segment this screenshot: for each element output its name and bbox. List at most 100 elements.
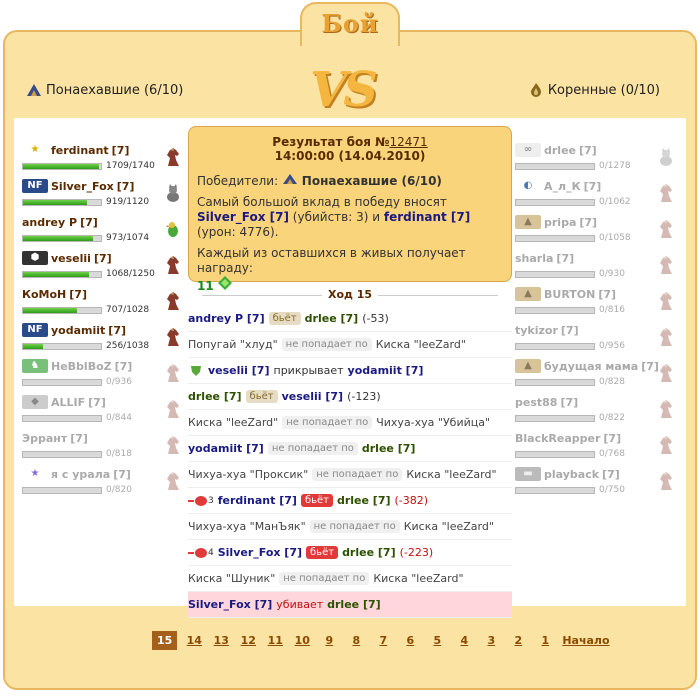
page-link[interactable]: 7 xyxy=(373,634,393,647)
fighter-name-row: ▲ будущая мама [7] xyxy=(515,358,675,374)
fighter-name[interactable]: sharla xyxy=(515,252,553,265)
page-link[interactable]: 12 xyxy=(238,634,258,647)
attacker-name[interactable]: Silver_Fox [7] xyxy=(188,598,272,611)
fighter-row[interactable]: NF Silver_Fox [7] 919/1120 xyxy=(22,178,182,214)
fighter-name-row: ★ я с урала [7] xyxy=(22,466,182,482)
contrib-player-1[interactable]: Silver_Fox [7] xyxy=(197,210,289,224)
page-link[interactable]: 5 xyxy=(427,634,447,647)
target-name[interactable]: yodamiit [7] xyxy=(348,364,424,377)
fighter-name[interactable]: veselii xyxy=(51,252,91,265)
fighter-level: [7] xyxy=(602,467,620,481)
page-link[interactable]: 11 xyxy=(265,634,285,647)
battle-number-link[interactable]: 12471 xyxy=(390,135,428,149)
fighter-name[interactable]: tykizor xyxy=(515,324,558,337)
fighter-name[interactable]: А_л_К xyxy=(544,180,581,193)
fighter-row[interactable]: ◐ А_л_К [7] 0/1062 xyxy=(515,178,675,214)
hp-bar xyxy=(22,414,102,422)
hp-row: 0/1278 xyxy=(515,160,675,172)
fighter-row[interactable]: ⬢ veselii [7] 1068/1250 xyxy=(22,250,182,286)
swirl-clan-icon: ∞ xyxy=(515,143,541,157)
nf-clan-icon: NF xyxy=(22,179,48,193)
fighter-row[interactable]: sharla [7] 0/930 xyxy=(515,250,675,286)
page-link[interactable]: 9 xyxy=(319,634,339,647)
target-name[interactable]: drlee [7] xyxy=(337,494,391,507)
attacker-name[interactable]: veselii [7] xyxy=(208,364,270,377)
fighter-name-row: ◆ ALLIF [7] xyxy=(22,394,182,410)
target-name[interactable]: veselii [7] xyxy=(282,390,344,403)
target-name[interactable]: drlee [7] xyxy=(305,312,359,325)
fighter-row[interactable]: КоМоН [7] 707/1028 xyxy=(22,286,182,322)
hp-row: 0/820 xyxy=(22,484,182,496)
target-name[interactable]: drlee [7] xyxy=(362,442,416,455)
attacker-name[interactable]: andrey P [7] xyxy=(188,312,265,325)
fighter-name[interactable]: andrey P xyxy=(22,216,77,229)
pet-name: Чихуа-хуа "Проксик" xyxy=(188,468,309,481)
fighter-row[interactable]: andrey P [7] 973/1074 xyxy=(22,214,182,250)
page-link[interactable]: Начало xyxy=(562,634,609,647)
horse-icon xyxy=(657,218,675,240)
d-clan-icon: ◐ xyxy=(515,179,541,193)
page-link[interactable]: 10 xyxy=(292,634,312,647)
attacker-name[interactable]: Silver_Fox [7] xyxy=(218,546,302,559)
fighter-row[interactable]: ♞ HeBblBoZ [7] 0/936 xyxy=(22,358,182,394)
contrib-player-2[interactable]: ferdinant [7] xyxy=(384,210,470,224)
fighter-name[interactable]: BURTON xyxy=(544,288,595,301)
fighter-name[interactable]: ferdinant xyxy=(51,144,109,157)
attacker-name[interactable]: ferdinant [7] xyxy=(218,494,297,507)
fighter-name[interactable]: pripa xyxy=(544,216,576,229)
fighter-name[interactable]: playback xyxy=(544,468,599,481)
fighter-name[interactable]: я с урала xyxy=(51,468,110,481)
hp-row: 1709/1740 xyxy=(22,160,182,172)
fighter-row[interactable]: pest88 [7] 0/822 xyxy=(515,394,675,430)
fighter-row[interactable]: ▬ playback [7] 0/750 xyxy=(515,466,675,502)
pet-name: Киска "leeZard" xyxy=(188,416,279,429)
fighter-row[interactable]: ★ я с урала [7] 0/820 xyxy=(22,466,182,502)
fighter-row[interactable]: BlackReapper [7] 0/768 xyxy=(515,430,675,466)
log-row: drlee [7] бьёт veselii [7] (-123) xyxy=(188,384,512,410)
page-title: Бой xyxy=(321,9,379,38)
miss-tag: не попадает по xyxy=(267,442,358,455)
hp-row: 256/1038 xyxy=(22,340,182,352)
fighter-name[interactable]: ALLIF xyxy=(51,396,85,409)
page-link[interactable]: 13 xyxy=(211,634,231,647)
page-link[interactable]: 4 xyxy=(454,634,474,647)
page-link[interactable]: 2 xyxy=(508,634,528,647)
fighter-name[interactable]: yodamiit xyxy=(51,324,105,337)
fighter-row[interactable]: ◆ ALLIF [7] 0/844 xyxy=(22,394,182,430)
target-name[interactable]: drlee [7] xyxy=(342,546,396,559)
fighter-row[interactable]: ▲ будущая мама [7] 0/828 xyxy=(515,358,675,394)
page-link[interactable]: 6 xyxy=(400,634,420,647)
fighter-name[interactable]: Silver_Fox xyxy=(51,180,114,193)
page-link[interactable]: 3 xyxy=(481,634,501,647)
attacker-name[interactable]: yodamiit [7] xyxy=(188,442,264,455)
fighter-name[interactable]: HeBblBoZ xyxy=(51,360,112,373)
parrot-icon xyxy=(164,218,182,240)
fighter-row[interactable]: NF yodamiit [7] 256/1038 xyxy=(22,322,182,358)
fighter-row[interactable]: tykizor [7] 0/956 xyxy=(515,322,675,358)
result-title: Результат боя №12471 xyxy=(272,135,428,149)
log-row: Попугай "хлуд" не попадает по Киска "leeZa… xyxy=(188,332,512,358)
fighter-name[interactable]: Эррант xyxy=(22,432,67,445)
page-link[interactable]: 8 xyxy=(346,634,366,647)
fighter-row[interactable]: ∞ drlee [7] 0/1278 xyxy=(515,142,675,178)
fighter-name[interactable]: drlee xyxy=(544,144,576,157)
cat-icon xyxy=(164,182,182,204)
fighter-row[interactable]: Эррант [7] 0/818 xyxy=(22,430,182,466)
fighter-row[interactable]: ▲ BURTON [7] 0/816 xyxy=(515,286,675,322)
fighter-name[interactable]: BlackReapper xyxy=(515,432,600,445)
fighter-level: [7] xyxy=(579,215,598,229)
hp-bar xyxy=(22,306,102,314)
fighter-name[interactable]: pest88 xyxy=(515,396,557,409)
fighter-name-row: КоМоН [7] xyxy=(22,286,182,302)
fighter-name[interactable]: будущая мама xyxy=(544,360,638,373)
fighter-name[interactable]: КоМоН xyxy=(22,288,66,301)
hp-value: 919/1120 xyxy=(106,197,150,207)
fighter-row[interactable]: ★ ferdinant [7] 1709/1740 xyxy=(22,142,182,178)
attacker-name[interactable]: drlee [7] xyxy=(188,390,242,403)
page-link[interactable]: 15 xyxy=(152,630,178,650)
page-link[interactable]: 14 xyxy=(184,634,204,647)
page-link[interactable]: 1 xyxy=(535,634,555,647)
fighter-row[interactable]: ▲ pripa [7] 0/1058 xyxy=(515,214,675,250)
crit-tag: бьёт xyxy=(300,494,333,507)
target-name[interactable]: drlee [7] xyxy=(327,598,381,611)
